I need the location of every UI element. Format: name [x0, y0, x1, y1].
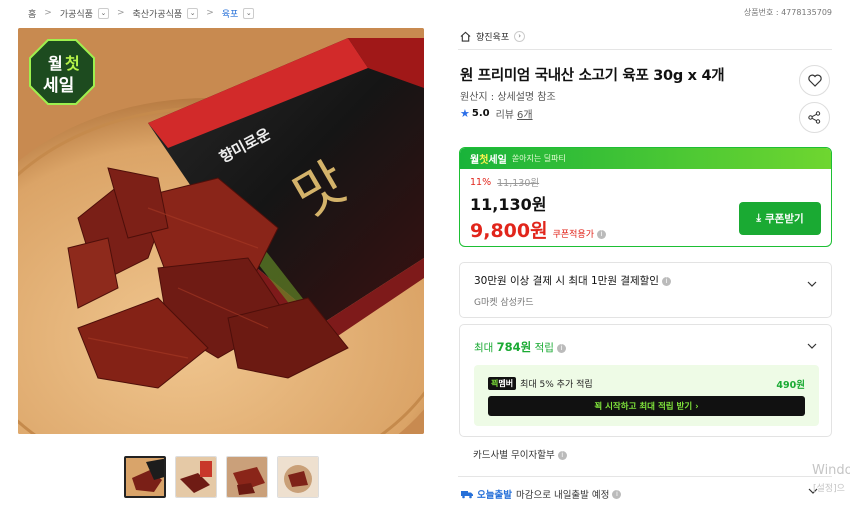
chevron-right-icon: >: [206, 8, 214, 18]
points-box: 최대 784원 적립 i 꾁멤버 최대 5% 추가 적립 490원 꾁 시작하고 …: [459, 324, 832, 437]
membership-text: 최대 5% 추가 적립: [520, 380, 593, 390]
divider: [458, 49, 832, 50]
membership-cta-button[interactable]: 꾁 시작하고 최대 적립 받기 ›: [488, 396, 805, 416]
monthly-sale-badge: 월 첫 세일: [29, 39, 95, 105]
original-price: 11,130원: [497, 178, 540, 189]
thumbnail-2[interactable]: [175, 456, 217, 498]
coupon-price: 9,800원: [470, 220, 548, 242]
discount-row: 11% 11,130원: [470, 175, 821, 190]
info-icon[interactable]: i: [557, 451, 567, 460]
thumbnail-3[interactable]: [226, 456, 268, 498]
wishlist-button[interactable]: [799, 65, 830, 96]
product-origin: 원산지 : 상세설명 참조: [460, 92, 556, 103]
membership-promo: 꾁멤버 최대 5% 추가 적립 490원 꾁 시작하고 최대 적립 받기 ›: [474, 365, 819, 426]
review-count-link[interactable]: 6개: [517, 106, 533, 121]
star-icon: ★: [460, 107, 470, 120]
deal-price-box: 월 첫 세일 쏟아지는 딜파티 11% 11,130원 11,130원 9,800원…: [459, 147, 832, 247]
svg-text:세일: 세일: [43, 76, 74, 96]
chevron-down-icon[interactable]: ⌄: [243, 7, 255, 19]
os-activation-watermark-sub: [설정]으: [813, 484, 845, 494]
home-icon: [460, 31, 471, 42]
card-discount-box[interactable]: 30만원 이상 결제 시 최대 1만원 결제할인 i G마켓 삼성카드: [459, 262, 832, 318]
svg-text:첫: 첫: [65, 54, 80, 73]
thumbnail-1[interactable]: [124, 456, 166, 498]
chevron-down-icon[interactable]: [807, 341, 817, 351]
download-icon: ⤓: [756, 212, 761, 224]
product-number: 상품번호 : 4778135709: [743, 8, 832, 17]
breadcrumb-item-jerky[interactable]: > 육포 ⌄: [198, 7, 255, 20]
truck-icon: [461, 491, 473, 499]
card-discount-card: G마켓 삼성카드: [474, 298, 534, 308]
points-header[interactable]: 최대 784원 적립 i: [474, 339, 566, 355]
product-page: 홈 > 가공식품 ⌄ > 축산가공식품 ⌄ > 육포 ⌄ 상품번호 : 4778…: [0, 0, 850, 511]
chevron-right-icon: >: [116, 8, 125, 18]
chevron-right-icon: >: [44, 8, 52, 18]
info-icon[interactable]: i: [556, 343, 566, 353]
main-product-image[interactable]: 맛 향미로운 월 첫 세일: [18, 28, 424, 434]
coupon-note: 쿠폰적용가 i: [553, 227, 606, 240]
os-activation-watermark: Windo: [812, 463, 850, 478]
thumbnail-4[interactable]: [277, 456, 319, 498]
discount-rate: 11%: [470, 176, 492, 188]
breadcrumb: 홈 > 가공식품 ⌄ > 축산가공식품 ⌄ > 육포 ⌄: [28, 6, 255, 20]
delivery-row[interactable]: 오늘출발 마감으로 내일출발 예정 i: [461, 487, 622, 501]
seller-name: 향진육포: [476, 33, 510, 43]
breadcrumb-item-home[interactable]: 홈: [28, 7, 36, 20]
breadcrumb-item-processed-food[interactable]: > 가공식품 ⌄: [36, 7, 109, 20]
svg-text:월: 월: [48, 54, 63, 73]
chevron-down-icon[interactable]: ⌄: [97, 7, 109, 19]
rating[interactable]: ★ 5.0 리뷰 6개: [460, 106, 533, 121]
product-title: 원 프리미엄 국내산 소고기 육포 30g x 4개: [460, 68, 725, 84]
seller-link[interactable]: 향진육포 ›: [460, 30, 526, 43]
membership-amount: 490원: [776, 380, 805, 391]
share-button[interactable]: [799, 102, 830, 133]
breadcrumb-item-meat-processed[interactable]: > 축산가공식품 ⌄: [109, 7, 199, 20]
chevron-down-icon[interactable]: [807, 279, 817, 289]
today-ship-label: 오늘출발: [477, 490, 512, 501]
rating-score: 5.0: [471, 108, 490, 119]
installment-row[interactable]: 카드사별 무이자할부 i: [473, 447, 567, 461]
info-icon[interactable]: i: [661, 276, 671, 286]
membership-badge: 꾁멤버: [488, 377, 517, 390]
share-icon: [808, 111, 821, 124]
chevron-down-icon[interactable]: ⌄: [187, 7, 199, 19]
review-label: 리뷰: [495, 110, 514, 121]
thumbnail-list: [124, 456, 319, 498]
deal-header: 월 첫 세일 쏟아지는 딜파티: [460, 148, 831, 169]
divider: [458, 476, 832, 477]
info-icon[interactable]: i: [612, 489, 622, 499]
delivery-text: 마감으로 내일출발 예정: [515, 490, 610, 501]
get-coupon-button[interactable]: ⤓ 쿠폰받기: [739, 202, 821, 235]
info-icon[interactable]: i: [597, 230, 606, 239]
card-discount-title: 30만원 이상 결제 시 최대 1만원 결제할인: [474, 275, 659, 287]
deal-subtitle: 쏟아지는 딜파티: [511, 154, 566, 163]
heart-icon: [807, 74, 822, 87]
chevron-right-icon: ›: [514, 31, 526, 42]
